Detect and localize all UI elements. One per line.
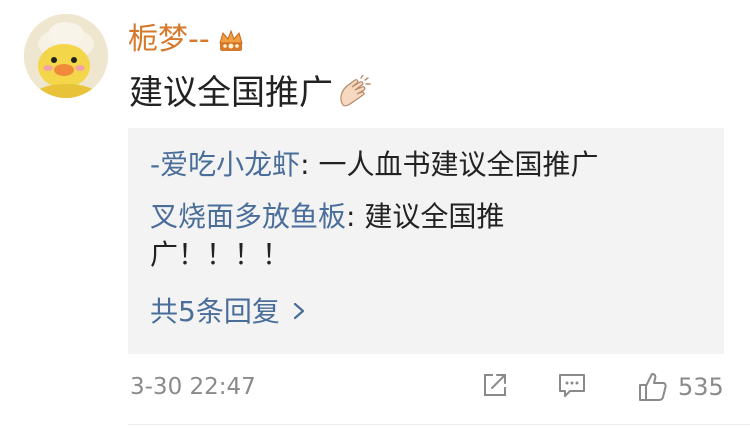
timestamp: 3-30 22:47 <box>130 374 256 400</box>
comment-text: 建议全国推广 <box>129 73 333 113</box>
comment-icon <box>556 370 588 400</box>
chevron-right-icon <box>292 294 306 330</box>
username-text[interactable]: 栀梦-- <box>128 22 210 58</box>
reply-author[interactable]: 叉烧面多放鱼板 <box>150 200 346 233</box>
comment-button[interactable] <box>556 370 588 400</box>
share-button[interactable] <box>480 370 510 400</box>
reply-separator: : <box>346 200 365 233</box>
reply-text: 一人血书建议全国推广 <box>318 148 599 181</box>
clapping-hands-icon <box>335 74 371 111</box>
more-replies-link[interactable]: 共5条回复 <box>150 294 306 330</box>
more-replies-label[interactable]: 共5条回复 <box>150 294 280 330</box>
reply-box[interactable]: -爱吃小龙虾: 一人血书建议全国推广 叉烧面多放鱼板: 建议全国推广！！！！ 共… <box>128 128 724 354</box>
thumbs-up-icon <box>636 370 670 404</box>
crown-icon <box>218 27 244 53</box>
avatar[interactable] <box>24 14 108 98</box>
reply-separator: : <box>300 148 319 181</box>
reply-item[interactable]: 叉烧面多放鱼板: 建议全国推广！！！！ <box>150 198 580 274</box>
reply-item[interactable]: -爱吃小龙虾: 一人血书建议全国推广 <box>150 146 710 184</box>
share-icon <box>480 370 510 400</box>
like-button[interactable]: 535 <box>636 370 724 404</box>
divider <box>128 424 750 425</box>
username[interactable]: 栀梦-- <box>128 22 244 58</box>
comment-body: 建议全国推广 <box>129 71 371 115</box>
reply-author[interactable]: -爱吃小龙虾 <box>150 148 300 181</box>
duck-avatar-image <box>24 14 108 98</box>
like-count: 535 <box>678 373 724 401</box>
